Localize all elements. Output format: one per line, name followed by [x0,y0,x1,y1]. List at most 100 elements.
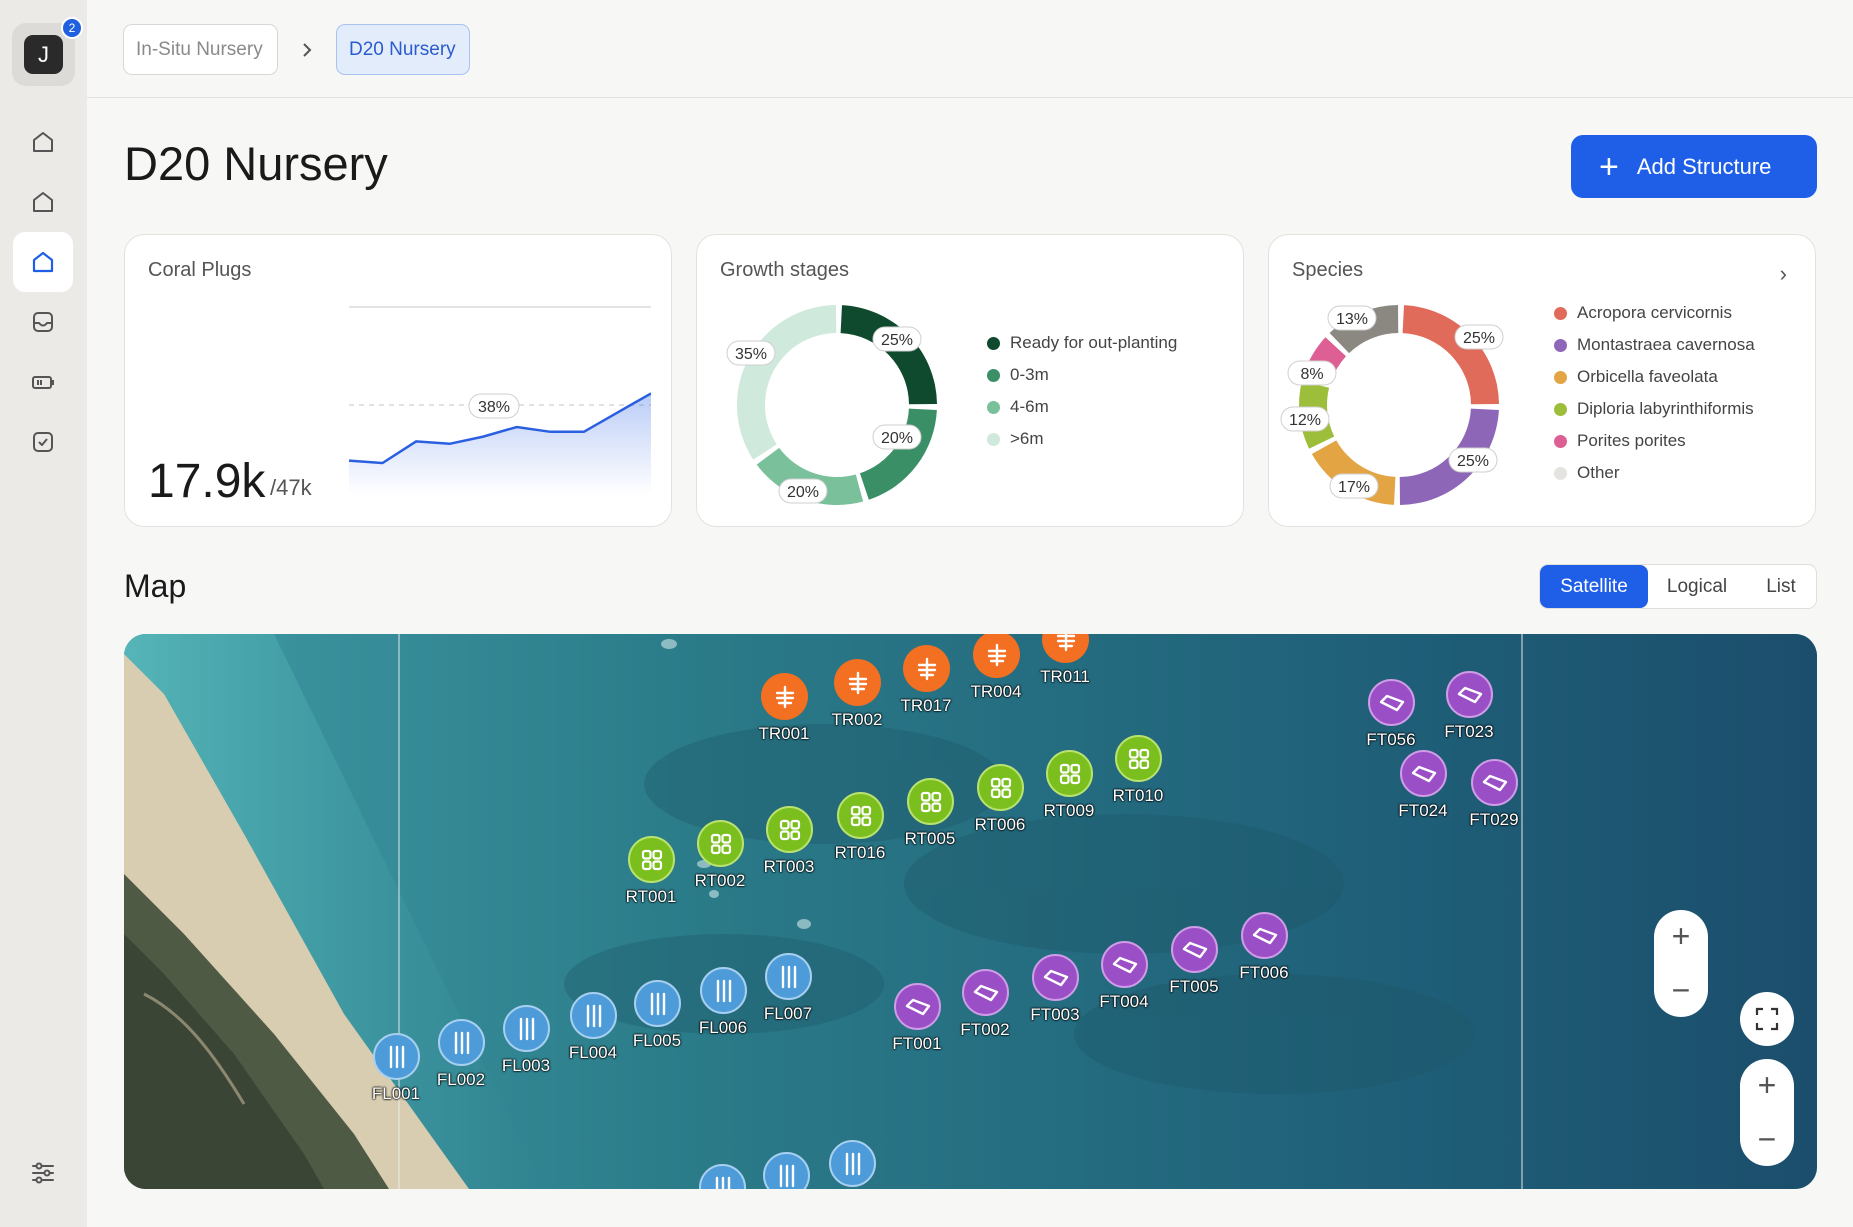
donut-percent-label: 20% [872,424,922,450]
nav-tasks[interactable] [13,412,73,472]
frame-line-icon [765,953,812,1000]
legend-label: 4-6m [1010,397,1049,416]
legend-item: Diploria labyrinthiformis [1554,393,1755,425]
grid-structure-icon [697,820,744,867]
zoom-out-button[interactable]: − [1758,1121,1777,1158]
breadcrumb-parent[interactable]: In-Situ Nursery [123,24,278,75]
legend-item: 4-6m [987,391,1177,423]
view-satellite[interactable]: Satellite [1540,565,1648,608]
nav-home-3-active[interactable] [13,232,73,292]
grid-structure-icon [837,792,884,839]
nav-home-2[interactable] [13,172,73,232]
chevron-right-icon [303,43,312,57]
checkbox-icon [33,432,53,452]
donut-percent-label: 12% [1280,406,1330,432]
marker-label: TR011 [1040,667,1090,686]
grid-structure-icon [907,778,954,825]
avatar[interactable]: J [24,35,63,74]
donut-percent-label: 20% [778,478,828,504]
add-structure-label: Add Structure [1636,153,1772,179]
home-icon [33,132,53,152]
svg-text:25%: 25% [1457,453,1489,470]
growth-stages-donut: 25% 20% 20% 35% [726,305,937,505]
nav-inbox[interactable] [13,292,73,352]
svg-text:20%: 20% [881,430,913,447]
grid-structure-icon [1046,750,1093,797]
legend-item: Montastraea cavernosa [1554,329,1755,361]
svg-text:20%: 20% [787,484,819,501]
breadcrumb-current[interactable]: D20 Nursery [336,24,470,75]
legend-item: 0-3m [987,359,1177,391]
satellite-map[interactable]: TR001 TR002 TR017 TR004 TR011 RT001 RT002 RT003… [124,634,1817,1189]
coral-plugs-card: Coral Plugs 17.9k /47k 38% [124,234,672,527]
donut-percent-label: 25% [1448,447,1498,473]
svg-text:17%: 17% [1338,479,1370,496]
legend-label: Diploria labyrinthiformis [1577,399,1754,418]
zoom-control-upper: + − [1654,910,1708,1017]
svg-text:8%: 8% [1300,366,1323,383]
fullscreen-icon [1755,1007,1779,1031]
legend-label: Porites porites [1577,431,1686,450]
zoom-in-button[interactable]: + [1672,918,1691,955]
add-structure-button[interactable]: + Add Structure [1571,135,1817,198]
map-view-toggle: Satellite Logical List [1539,564,1817,609]
zoom-in-button[interactable]: + [1758,1067,1777,1104]
donut-percent-label: 17% [1329,473,1379,499]
donut-slice[interactable] [840,305,937,405]
zoom-out-button[interactable]: − [1672,972,1691,1009]
home-icon [33,192,53,212]
coral-plugs-total: /47k [270,475,312,500]
donut-slice[interactable] [737,305,837,460]
frame-line-icon [829,1140,876,1187]
species-card[interactable]: Species › 25% 25% 17% 12% 8% 13% Acropora cer… [1268,234,1816,527]
legend-label: Acropora cervicornis [1577,303,1732,322]
legend-label: 0-3m [1010,365,1049,384]
frame-table-icon [1101,941,1148,988]
legend-label: Montastraea cavernosa [1577,335,1755,354]
nav-home-1[interactable] [13,112,73,172]
frame-table-icon [1400,750,1447,797]
legend-dot [1554,306,1567,320]
legend-label: Orbicella faveolata [1577,367,1718,386]
map-background [124,634,1817,1189]
legend-item: Acropora cervicornis [1554,297,1755,329]
legend-item: Ready for out-planting [987,327,1177,359]
sparkline-callout: 38% [468,393,520,419]
donut-percent-label: 35% [726,340,776,366]
home-icon [32,251,54,273]
page-title: D20 Nursery [124,137,388,190]
sidebar: J 2 [0,0,87,1227]
sliders-icon [32,1162,54,1184]
legend-dot [1554,370,1567,384]
view-list[interactable]: List [1746,565,1816,608]
growth-stages-card: Growth stages 25% 20% 20% 35% Ready for out… [696,234,1244,527]
species-legend: Acropora cervicornis Montastraea caverno… [1554,297,1755,489]
svg-text:25%: 25% [1463,330,1495,347]
inbox-icon [33,312,53,332]
frame-table-icon [1446,671,1493,718]
grid-structure-icon [1115,735,1162,782]
donut-slice[interactable] [1402,305,1499,405]
legend-dot [987,368,1000,382]
legend-label: Ready for out-planting [1010,333,1178,352]
grid-structure-icon [628,836,675,883]
growth-stages-title: Growth stages [720,259,849,281]
callout-label: 38% [478,399,510,416]
legend-dot [1554,402,1567,416]
zoom-control-lower: + − [1740,1059,1794,1166]
view-logical[interactable]: Logical [1648,565,1746,608]
frame-table-icon [894,983,941,1030]
svg-text:25%: 25% [881,332,913,349]
notification-badge: 2 [61,17,83,39]
legend-dot [987,432,1000,446]
donut-percent-label: 8% [1287,360,1337,386]
nav-settings[interactable] [13,1143,73,1203]
legend-item: Other [1554,457,1755,489]
donut-slice[interactable] [859,408,937,500]
nav-battery[interactable] [13,352,73,412]
fullscreen-button[interactable] [1740,992,1794,1046]
chevron-right-icon[interactable]: › [1780,261,1787,287]
svg-text:35%: 35% [735,346,767,363]
avatar-container[interactable]: J 2 [12,17,83,86]
coral-plugs-value: 17.9k [148,455,266,508]
